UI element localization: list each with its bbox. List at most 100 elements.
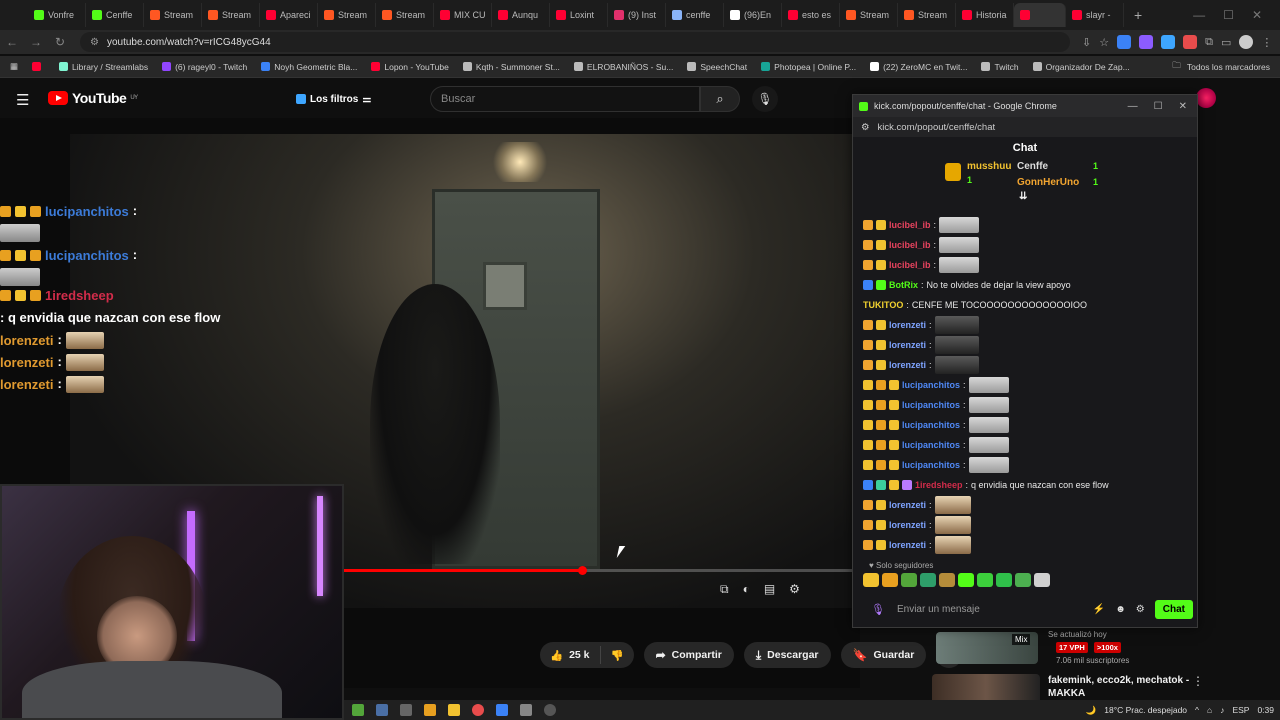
bookmark-item[interactable]: Lopon - YouTube [371, 62, 449, 72]
chat-username[interactable]: BotRix [889, 280, 918, 290]
browser-tab[interactable]: Stream [318, 3, 376, 27]
close-icon[interactable]: ✕ [1179, 101, 1187, 112]
browser-tab[interactable]: Vonfre [28, 3, 86, 27]
chat-message-input[interactable]: Enviar un mensaje [897, 604, 1017, 615]
network-icon[interactable]: ⌂ [1207, 705, 1212, 715]
account-avatar[interactable] [1196, 88, 1216, 108]
emoji-icon[interactable]: ☻ [1115, 604, 1126, 615]
maximize-icon[interactable]: ☐ [1223, 8, 1234, 22]
app-icon[interactable] [376, 704, 388, 716]
app-icon[interactable] [520, 704, 532, 716]
voice-icon[interactable]: 🎙 [871, 603, 885, 616]
install-icon[interactable]: ⇩ [1082, 36, 1091, 49]
chat-username[interactable]: lorenzeti [889, 340, 926, 350]
browser-menu-icon[interactable]: ⋮ [1261, 36, 1272, 49]
bookmark-star-icon[interactable]: ☆ [1099, 36, 1109, 49]
chat-username[interactable]: lucipanchitos [902, 440, 960, 450]
profile-avatar[interactable] [1239, 35, 1254, 49]
maximize-icon[interactable]: ☐ [1154, 101, 1163, 112]
emote-icon[interactable] [1034, 573, 1050, 587]
emote-icon[interactable] [863, 573, 879, 587]
emote-icon[interactable] [882, 573, 898, 587]
app-icon[interactable] [496, 704, 508, 716]
app-icon[interactable] [352, 704, 364, 716]
weather-text[interactable]: 18°C Prac. despejado [1104, 705, 1187, 715]
emote-icon[interactable] [958, 573, 974, 587]
bookmark-item[interactable]: (6) rageyl0 - Twitch [162, 62, 247, 72]
app-icon[interactable] [424, 704, 436, 716]
save-button[interactable]: 🔖 Guardar [840, 642, 927, 668]
extensions-puzzle-icon[interactable]: ⧉ [1205, 36, 1213, 49]
filter-toggle-icon[interactable]: ⧉ [720, 582, 729, 597]
second-gifter-name[interactable]: Cenffe [1017, 161, 1048, 172]
browser-tab[interactable]: Historia [956, 3, 1014, 27]
apps-icon[interactable]: ▦ [10, 61, 18, 72]
browser-tab[interactable]: (96)En [724, 3, 782, 27]
settings-icon[interactable]: ⚙ [1136, 604, 1145, 615]
browser-tab[interactable]: MIX CU [434, 3, 492, 27]
video-menu-icon[interactable]: ⋮ [1192, 674, 1204, 688]
chat-username[interactable]: lorenzeti [889, 500, 926, 510]
all-bookmarks-button[interactable]: 🗀 Todos los marcadores [1162, 56, 1270, 77]
chat-username[interactable]: lorenzeti [889, 320, 926, 330]
chat-username[interactable]: lorenzeti [889, 520, 926, 530]
obs-icon[interactable] [544, 704, 556, 716]
browser-tab[interactable]: Apareci [260, 3, 318, 27]
site-info-icon[interactable]: ⚙ [861, 122, 870, 133]
browser-tab[interactable]: Stream [898, 3, 956, 27]
volume-icon[interactable]: ♪ [1220, 705, 1224, 715]
emote-icon[interactable] [996, 573, 1012, 587]
site-info-icon[interactable]: ⚙ [90, 37, 99, 48]
bookmark-item[interactable]: Library / Streamlabs [59, 62, 148, 72]
bookmark-item[interactable]: ELROBANIÑOS - Su... [573, 62, 673, 72]
new-tab-button[interactable]: + [1124, 7, 1152, 23]
bookmark-item[interactable]: Twitch [981, 62, 1019, 72]
settings-gear-icon[interactable]: ⚙ [789, 582, 800, 597]
dislike-button[interactable]: 👎 [601, 649, 634, 662]
chrome-icon[interactable] [472, 704, 484, 716]
chat-username[interactable]: lucipanchitos [902, 400, 960, 410]
browser-tab[interactable]: Stream [144, 3, 202, 27]
send-chat-button[interactable]: Chat [1154, 599, 1193, 619]
minimize-icon[interactable]: — [1193, 8, 1205, 22]
reload-icon[interactable]: ↻ [48, 35, 72, 49]
hamburger-menu-icon[interactable]: ☰ [16, 91, 29, 109]
bookmark-item[interactable]: Organizador De Zap... [1032, 62, 1130, 72]
browser-tab[interactable]: cenffe [666, 3, 724, 27]
bookmark-item[interactable]: (22) ZeroMC en Twit... [870, 62, 967, 72]
minimize-icon[interactable]: — [1128, 101, 1138, 112]
search-button[interactable]: ⌕ [700, 86, 740, 112]
browser-tab[interactable]: (9) Inst [608, 3, 666, 27]
browser-tab[interactable]: slayr - [1066, 3, 1124, 27]
browser-tab[interactable]: Aunqu [492, 3, 550, 27]
chat-filter-icon[interactable]: ⇊ [1019, 191, 1027, 202]
top-gifter-name[interactable]: musshuu [967, 161, 1011, 172]
clock-time[interactable]: 0:39 [1257, 705, 1274, 715]
chat-username[interactable]: lucipanchitos [902, 460, 960, 470]
botrix-icon[interactable]: ⚡ [1093, 604, 1105, 615]
bookmark-item[interactable]: SpeechChat [687, 62, 747, 72]
bookmark-item[interactable]: Kqth - Summoner St... [462, 62, 560, 72]
autoplay-toggle-icon[interactable]: ◐ [743, 582, 750, 597]
chat-username[interactable]: TUKITOO [863, 300, 903, 310]
side-panel-icon[interactable]: ▭ [1221, 36, 1231, 49]
third-gifter-name[interactable]: GonnHerUno [1017, 177, 1079, 188]
chat-username[interactable]: lucibel_ib [889, 240, 931, 250]
search-input[interactable]: Buscar [430, 86, 700, 112]
subtitles-icon[interactable]: ▤ [764, 582, 775, 597]
video-progress-bar[interactable] [342, 566, 852, 575]
tray-chevron-icon[interactable]: ^ [1195, 705, 1199, 715]
browser-tab[interactable]: Loxint [550, 3, 608, 27]
bookmark-item[interactable] [32, 62, 45, 71]
video-title[interactable]: fakemink, ecco2k, mechatok - MAKKA [1048, 674, 1198, 700]
chat-username[interactable]: lucibel_ib [889, 220, 931, 230]
browser-tab[interactable]: Stream [376, 3, 434, 27]
extension-icon[interactable] [1161, 35, 1176, 49]
chat-username[interactable]: lucibel_ib [889, 260, 931, 270]
browser-tab[interactable]: Stream [840, 3, 898, 27]
voice-search-icon[interactable]: 🎙 [752, 86, 778, 112]
folder-icon[interactable] [448, 704, 460, 716]
chat-username[interactable]: 1iredsheep [915, 480, 963, 490]
chat-username[interactable]: lorenzeti [889, 360, 926, 370]
bookmark-item[interactable]: Photopea | Online P... [761, 62, 856, 72]
